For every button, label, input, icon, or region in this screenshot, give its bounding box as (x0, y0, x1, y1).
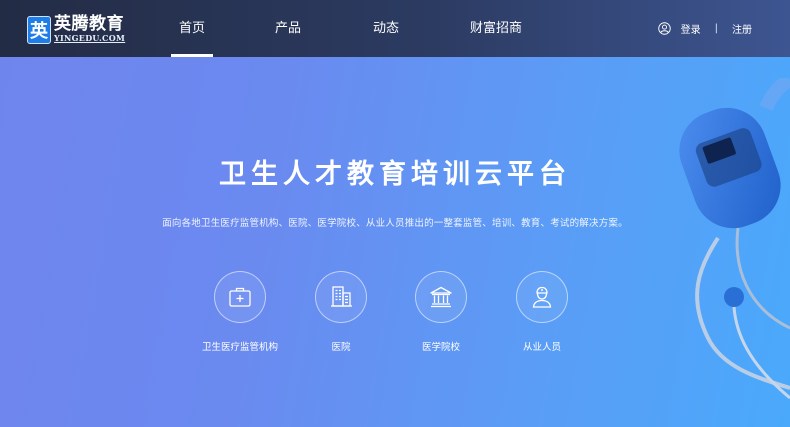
feature-school[interactable]: 医学院校 (391, 271, 491, 353)
feature-label: 从业人员 (522, 342, 561, 353)
feature-practitioner[interactable]: 从业人员 (492, 271, 592, 353)
school-building-icon (430, 286, 452, 308)
hero-title: 卫生人才教育培训云平台 (219, 159, 571, 190)
user-icon (657, 22, 671, 35)
doctor-person-icon (532, 286, 552, 308)
feature-hospital[interactable]: 医院 (291, 271, 391, 353)
user-area: 登录 | 注册 (657, 0, 752, 57)
logo-domain: YINGEDU.COM (54, 33, 126, 43)
nav-products[interactable]: 产品 (268, 0, 308, 57)
feature-label: 医院 (331, 342, 351, 353)
register-link[interactable]: 注册 (732, 21, 752, 36)
feature-regulator[interactable]: 卫生医疗监管机构 (190, 271, 290, 353)
medical-device-illustration (679, 78, 790, 400)
logo-mark-icon: 英 (27, 16, 51, 44)
logo-name: 英腾教育 (54, 14, 124, 34)
nav-business[interactable]: 财富招商 (463, 0, 529, 57)
login-link[interactable]: 登录 (681, 21, 701, 36)
medical-kit-icon (229, 287, 251, 307)
hero-subtitle: 面向各地卫生医疗监管机构、医院、医学院校、从业人员推出的一整套监管、培训、教育、… (162, 218, 628, 229)
site-logo[interactable]: 英 英腾教育 YINGEDU.COM (27, 16, 125, 44)
feature-label: 医学院校 (421, 342, 460, 353)
nav-news[interactable]: 动态 (366, 0, 406, 57)
top-navbar: 英 英腾教育 YINGEDU.COM 首页 产品 动态 财富招商 登录 | 注册 (0, 0, 790, 57)
user-separator: | (714, 23, 718, 34)
hospital-building-icon (331, 286, 352, 307)
feature-label: 卫生医疗监管机构 (201, 342, 278, 353)
nav-home[interactable]: 首页 (171, 0, 213, 57)
